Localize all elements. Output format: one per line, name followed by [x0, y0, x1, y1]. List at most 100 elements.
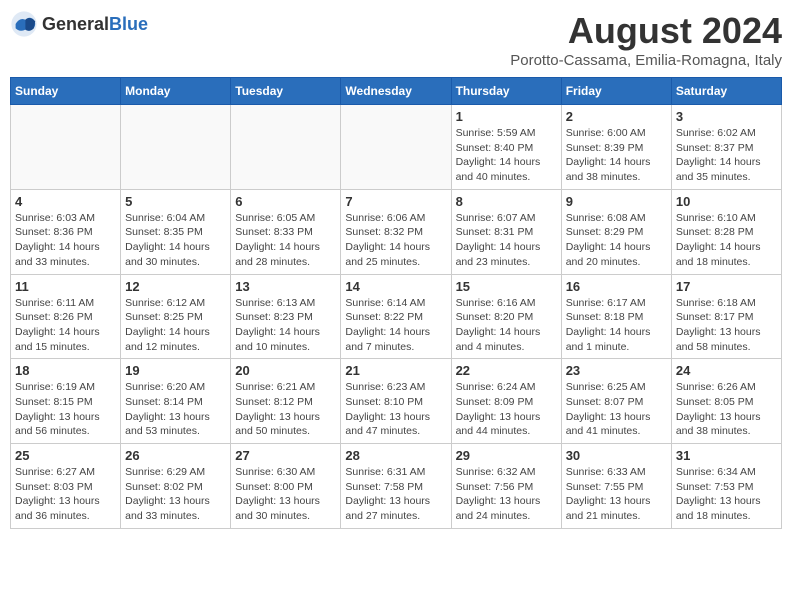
logo-text: GeneralBlue: [42, 14, 148, 35]
day-info: Sunrise: 6:24 AM Sunset: 8:09 PM Dayligh…: [456, 380, 557, 439]
title-section: August 2024 Porotto-Cassama, Emilia-Roma…: [510, 10, 782, 69]
day-number: 3: [676, 109, 777, 124]
calendar-cell: [231, 105, 341, 190]
day-number: 22: [456, 363, 557, 378]
calendar-cell: 11 Sunrise: 6:11 AM Sunset: 8:26 PM Dayli…: [11, 274, 121, 359]
calendar-cell: 9Sunrise: 6:08 AM Sunset: 8:29 PM Daylig…: [561, 189, 671, 274]
day-number: 2: [566, 109, 667, 124]
day-number: 29: [456, 448, 557, 463]
day-number: 26: [125, 448, 226, 463]
calendar-cell: [341, 105, 451, 190]
day-info: Sunrise: 5:59 AM Sunset: 8:40 PM Dayligh…: [456, 126, 557, 185]
day-number: 9: [566, 194, 667, 209]
weekday-header: Tuesday: [231, 78, 341, 105]
day-number: 14: [345, 279, 446, 294]
day-number: 7: [345, 194, 446, 209]
day-info: Sunrise: 6:21 AM Sunset: 8:12 PM Dayligh…: [235, 380, 336, 439]
day-number: 6: [235, 194, 336, 209]
calendar-cell: 22 Sunrise: 6:24 AM Sunset: 8:09 PM Dayli…: [451, 359, 561, 444]
calendar-cell: 10Sunrise: 6:10 AM Sunset: 8:28 PM Dayli…: [671, 189, 781, 274]
calendar-cell: 24 Sunrise: 6:26 AM Sunset: 8:05 PM Dayli…: [671, 359, 781, 444]
day-info: Sunrise: 6:29 AM Sunset: 8:02 PM Dayligh…: [125, 465, 226, 524]
day-info: Sunrise: 6:32 AM Sunset: 7:56 PM Dayligh…: [456, 465, 557, 524]
day-number: 23: [566, 363, 667, 378]
day-info: Sunrise: 6:18 AM Sunset: 8:17 PM Dayligh…: [676, 296, 777, 355]
day-info: Sunrise: 6:26 AM Sunset: 8:05 PM Dayligh…: [676, 380, 777, 439]
day-info: Sunrise: 6:06 AM Sunset: 8:32 PM Dayligh…: [345, 211, 446, 270]
day-number: 15: [456, 279, 557, 294]
day-info: Sunrise: 6:10 AM Sunset: 8:28 PM Dayligh…: [676, 211, 777, 270]
day-number: 31: [676, 448, 777, 463]
day-number: 12: [125, 279, 226, 294]
calendar-cell: 19 Sunrise: 6:20 AM Sunset: 8:14 PM Dayli…: [121, 359, 231, 444]
day-info: Sunrise: 6:07 AM Sunset: 8:31 PM Dayligh…: [456, 211, 557, 270]
calendar-cell: 23 Sunrise: 6:25 AM Sunset: 8:07 PM Dayli…: [561, 359, 671, 444]
logo: GeneralBlue: [10, 10, 148, 38]
day-info: Sunrise: 6:03 AM Sunset: 8:36 PM Dayligh…: [15, 211, 116, 270]
calendar-cell: 12Sunrise: 6:12 AM Sunset: 8:25 PM Dayli…: [121, 274, 231, 359]
logo-icon: [10, 10, 38, 38]
day-info: Sunrise: 6:17 AM Sunset: 8:18 PM Dayligh…: [566, 296, 667, 355]
day-info: Sunrise: 6:04 AM Sunset: 8:35 PM Dayligh…: [125, 211, 226, 270]
calendar-header-row: SundayMondayTuesdayWednesdayThursdayFrid…: [11, 78, 782, 105]
calendar-cell: 2 Sunrise: 6:00 AM Sunset: 8:39 PM Daylig…: [561, 105, 671, 190]
day-number: 11: [15, 279, 116, 294]
day-number: 21: [345, 363, 446, 378]
calendar-cell: 6 Sunrise: 6:05 AM Sunset: 8:33 PM Daylig…: [231, 189, 341, 274]
calendar-cell: [121, 105, 231, 190]
calendar-cell: 26 Sunrise: 6:29 AM Sunset: 8:02 PM Dayli…: [121, 444, 231, 529]
calendar-cell: 15Sunrise: 6:16 AM Sunset: 8:20 PM Dayli…: [451, 274, 561, 359]
day-number: 1: [456, 109, 557, 124]
main-title: August 2024: [510, 10, 782, 52]
day-info: Sunrise: 6:02 AM Sunset: 8:37 PM Dayligh…: [676, 126, 777, 185]
calendar-cell: 21 Sunrise: 6:23 AM Sunset: 8:10 PM Dayli…: [341, 359, 451, 444]
weekday-header: Thursday: [451, 78, 561, 105]
calendar-cell: 1 Sunrise: 5:59 AM Sunset: 8:40 PM Daylig…: [451, 105, 561, 190]
day-info: Sunrise: 6:20 AM Sunset: 8:14 PM Dayligh…: [125, 380, 226, 439]
day-number: 30: [566, 448, 667, 463]
calendar-cell: 28Sunrise: 6:31 AM Sunset: 7:58 PM Dayli…: [341, 444, 451, 529]
weekday-header: Friday: [561, 78, 671, 105]
calendar-cell: 14 Sunrise: 6:14 AM Sunset: 8:22 PM Dayli…: [341, 274, 451, 359]
calendar-week-row: 11 Sunrise: 6:11 AM Sunset: 8:26 PM Dayli…: [11, 274, 782, 359]
day-info: Sunrise: 6:23 AM Sunset: 8:10 PM Dayligh…: [345, 380, 446, 439]
weekday-header: Monday: [121, 78, 231, 105]
calendar-cell: 13 Sunrise: 6:13 AM Sunset: 8:23 PM Dayli…: [231, 274, 341, 359]
day-info: Sunrise: 6:25 AM Sunset: 8:07 PM Dayligh…: [566, 380, 667, 439]
calendar-cell: 3 Sunrise: 6:02 AM Sunset: 8:37 PM Daylig…: [671, 105, 781, 190]
day-info: Sunrise: 6:11 AM Sunset: 8:26 PM Dayligh…: [15, 296, 116, 355]
calendar-cell: 5 Sunrise: 6:04 AM Sunset: 8:35 PM Daylig…: [121, 189, 231, 274]
day-number: 19: [125, 363, 226, 378]
calendar-cell: [11, 105, 121, 190]
calendar-week-row: 25Sunrise: 6:27 AM Sunset: 8:03 PM Dayli…: [11, 444, 782, 529]
weekday-header: Sunday: [11, 78, 121, 105]
day-info: Sunrise: 6:13 AM Sunset: 8:23 PM Dayligh…: [235, 296, 336, 355]
calendar-cell: 30Sunrise: 6:33 AM Sunset: 7:55 PM Dayli…: [561, 444, 671, 529]
day-info: Sunrise: 6:31 AM Sunset: 7:58 PM Dayligh…: [345, 465, 446, 524]
day-info: Sunrise: 6:00 AM Sunset: 8:39 PM Dayligh…: [566, 126, 667, 185]
calendar-table: SundayMondayTuesdayWednesdayThursdayFrid…: [10, 77, 782, 529]
logo-blue: Blue: [109, 14, 148, 34]
calendar-cell: 20Sunrise: 6:21 AM Sunset: 8:12 PM Dayli…: [231, 359, 341, 444]
day-number: 27: [235, 448, 336, 463]
page-header: GeneralBlue August 2024 Porotto-Cassama,…: [10, 10, 782, 69]
day-number: 5: [125, 194, 226, 209]
calendar-cell: 27 Sunrise: 6:30 AM Sunset: 8:00 PM Dayli…: [231, 444, 341, 529]
day-info: Sunrise: 6:19 AM Sunset: 8:15 PM Dayligh…: [15, 380, 116, 439]
calendar-week-row: 4 Sunrise: 6:03 AM Sunset: 8:36 PM Daylig…: [11, 189, 782, 274]
weekday-header: Saturday: [671, 78, 781, 105]
day-number: 17: [676, 279, 777, 294]
calendar-week-row: 18 Sunrise: 6:19 AM Sunset: 8:15 PM Dayli…: [11, 359, 782, 444]
day-info: Sunrise: 6:05 AM Sunset: 8:33 PM Dayligh…: [235, 211, 336, 270]
day-number: 24: [676, 363, 777, 378]
day-number: 4: [15, 194, 116, 209]
calendar-cell: 18 Sunrise: 6:19 AM Sunset: 8:15 PM Dayli…: [11, 359, 121, 444]
calendar-cell: 8 Sunrise: 6:07 AM Sunset: 8:31 PM Daylig…: [451, 189, 561, 274]
calendar-cell: 7 Sunrise: 6:06 AM Sunset: 8:32 PM Daylig…: [341, 189, 451, 274]
day-info: Sunrise: 6:14 AM Sunset: 8:22 PM Dayligh…: [345, 296, 446, 355]
calendar-cell: 17 Sunrise: 6:18 AM Sunset: 8:17 PM Dayli…: [671, 274, 781, 359]
day-info: Sunrise: 6:30 AM Sunset: 8:00 PM Dayligh…: [235, 465, 336, 524]
day-number: 18: [15, 363, 116, 378]
day-number: 8: [456, 194, 557, 209]
day-number: 13: [235, 279, 336, 294]
